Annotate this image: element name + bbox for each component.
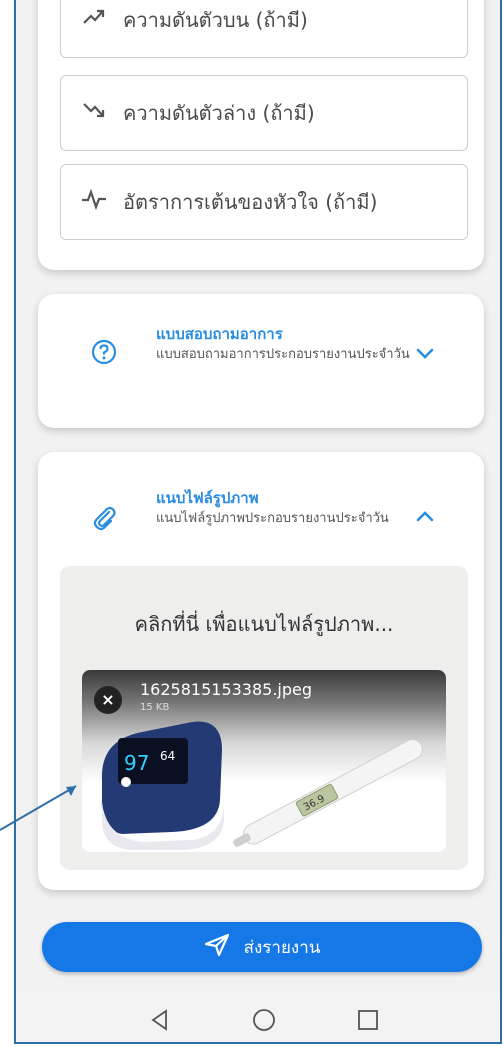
paperclip-icon [90,504,118,532]
questionnaire-title: แบบสอบถามอาการ [156,325,283,343]
send-icon [204,933,230,961]
heart-rate-label: อัตราการเต้นของหัวใจ (ถ้ามี) [123,190,378,214]
upload-area[interactable]: คลิกที่นี่ เพื่อแนบไฟล์รูปภาพ... 36.9 97… [60,566,468,870]
questionnaire-header[interactable]: แบบสอบถามอาการ แบบสอบถามอาการประกอบรายงา… [38,294,484,414]
systolic-label: ความดันตัวบน (ถ้ามี) [123,8,308,32]
trend-up-icon [77,7,111,33]
vitals-card: ความดันตัวบน (ถ้ามี) ความดันตัวล่าง (ถ้า… [38,0,484,270]
attachment-subtitle: แนบไฟล์รูปภาพประกอบรายงานประจำวัน [156,511,389,526]
back-nav-icon[interactable] [146,1006,174,1034]
attachment-card: แนบไฟล์รูปภาพ แนบไฟล์รูปภาพประกอบรายงานป… [38,452,484,890]
submit-label: ส่งรายงาน [243,937,321,958]
attachment-header[interactable]: แนบไฟล์รูปภาพ แนบไฟล์รูปภาพประกอบรายงานป… [38,452,484,572]
screen: ความดันตัวบน (ถ้ามี) ความดันตัวล่าง (ถ้า… [16,0,500,1042]
chevron-up-icon[interactable] [410,502,440,532]
question-circle-icon [90,338,118,366]
diastolic-field[interactable]: ความดันตัวล่าง (ถ้ามี) [60,75,468,151]
file-name: 1625815153385.jpeg [140,680,313,699]
questionnaire-subtitle: แบบสอบถามอาการประกอบรายงานประจำวัน [156,347,410,362]
oximeter-reading: 97 [124,751,149,775]
upload-prompt[interactable]: คลิกที่นี่ เพื่อแนบไฟล์รูปภาพ... [60,608,468,640]
file-size: 15 KB [140,702,170,713]
trend-down-icon [77,100,111,126]
recents-nav-icon[interactable] [354,1006,382,1034]
system-nav-bar [16,994,500,1042]
phone-frame: ความดันตัวบน (ถ้ามี) ความดันตัวล่าง (ถ้า… [14,0,502,1044]
oximeter-pulse: 64 [160,749,175,763]
diastolic-label: ความดันตัวล่าง (ถ้ามี) [123,101,315,125]
remove-attachment-button[interactable]: × [94,686,122,714]
chevron-down-icon[interactable] [410,338,440,368]
submit-report-button[interactable]: ส่งรายงาน [42,922,482,972]
attachment-title: แนบไฟล์รูปภาพ [156,489,259,507]
home-nav-icon[interactable] [250,1006,278,1034]
questionnaire-card[interactable]: แบบสอบถามอาการ แบบสอบถามอาการประกอบรายงา… [38,294,484,428]
heart-rate-field[interactable]: อัตราการเต้นของหัวใจ (ถ้ามี) [60,164,468,240]
attached-image-preview: 36.9 97 64 × 1625815153385.jpeg 15 KB [82,670,446,852]
systolic-field[interactable]: ความดันตัวบน (ถ้ามี) [60,0,468,58]
pulse-icon [77,188,111,216]
